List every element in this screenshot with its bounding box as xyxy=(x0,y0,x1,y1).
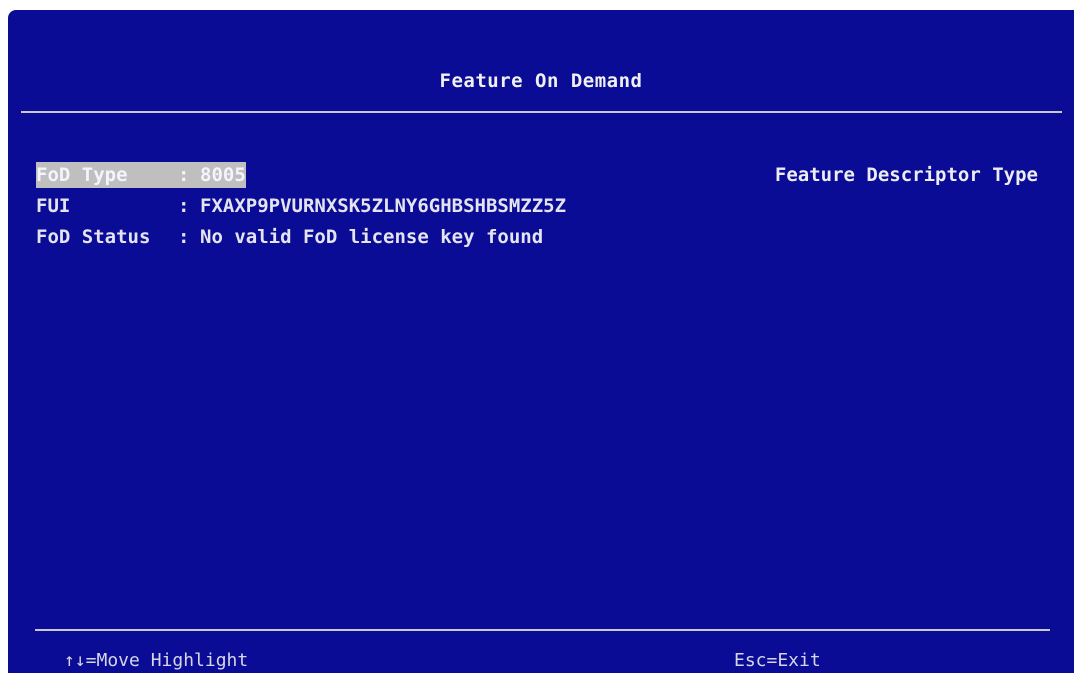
fod-type-highlight[interactable]: FoD Type:8005 xyxy=(36,162,246,188)
field-separator: : xyxy=(178,226,190,248)
field-value: 8005 xyxy=(200,164,246,186)
field-separator: : xyxy=(178,164,190,186)
field-label: FoD Status xyxy=(36,226,151,248)
help-text: Feature Descriptor Type xyxy=(774,164,1038,186)
field-label: FUI xyxy=(36,195,71,217)
fod-type-row[interactable]: FoD Type:8005 xyxy=(36,162,246,188)
footer-divider xyxy=(35,629,1050,631)
header-divider xyxy=(21,111,1062,113)
field-value: No valid FoD license key found xyxy=(200,226,544,248)
fui-row: FUI: FXAXP9PVURNXSK5ZLNY6GHBSHBSMZZ5Z xyxy=(36,193,566,219)
move-highlight-hint: ↑↓=Move Highlight xyxy=(64,650,249,671)
page-title: Feature On Demand xyxy=(439,70,643,92)
field-label: FoD Type xyxy=(36,164,128,186)
bios-setup-screen: Feature On Demand FoD Type:8005 FUI: FXAX… xyxy=(8,10,1074,673)
esc-exit-hint: Esc=Exit xyxy=(734,650,821,671)
field-separator: : xyxy=(178,195,190,217)
field-value: FXAXP9PVURNXSK5ZLNY6GHBSHBSMZZ5Z xyxy=(200,195,567,217)
fod-status-row: FoD Status: No valid FoD license key foun… xyxy=(36,224,543,250)
